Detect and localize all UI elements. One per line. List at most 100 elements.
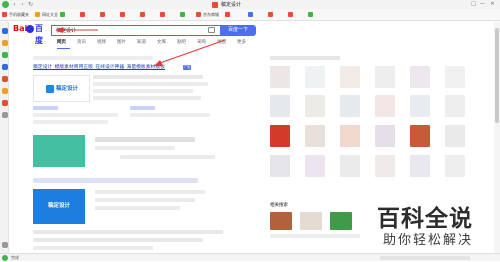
camera-icon[interactable] xyxy=(208,27,215,33)
sidebar-app-icon[interactable] xyxy=(2,76,8,82)
panel-image[interactable] xyxy=(340,125,360,147)
page-scrollbar[interactable] xyxy=(494,22,500,253)
panel-image[interactable] xyxy=(305,125,325,147)
related-search-thumb[interactable] xyxy=(270,212,292,230)
sidebar-app-icon[interactable] xyxy=(2,28,8,34)
bookmark-icon xyxy=(2,12,7,17)
related-search-thumb[interactable] xyxy=(330,212,352,230)
scroll-thumb[interactable] xyxy=(495,28,499,123)
sidebar-app-icon[interactable] xyxy=(2,100,8,106)
baidu-logo[interactable]: Bai 百度 xyxy=(13,23,47,45)
refresh-icon[interactable]: ↻ xyxy=(27,1,34,8)
bookmark-icon xyxy=(196,12,201,17)
browser-tab[interactable]: 稿定设计 xyxy=(212,1,294,9)
panel-image[interactable] xyxy=(270,125,290,147)
result-snippet xyxy=(95,198,195,202)
result-title-link[interactable]: 稿定设计_模版素材商用正版_在线设计神器_海量模板素材模板 xyxy=(33,64,165,71)
panel-image[interactable] xyxy=(305,95,325,117)
gaoding-logo-icon xyxy=(46,85,54,93)
panel-image[interactable] xyxy=(305,155,325,177)
result-snippet xyxy=(33,246,153,250)
back-icon[interactable]: ‹ xyxy=(11,1,18,8)
tab-wenku[interactable]: 文库 xyxy=(157,40,166,46)
sitelink[interactable] xyxy=(33,106,58,110)
panel-image[interactable] xyxy=(445,125,465,147)
panel-image[interactable] xyxy=(375,66,395,88)
panel-image[interactable] xyxy=(410,155,430,177)
status-bar: 完成 xyxy=(0,253,500,261)
tab-title: 稿定设计 xyxy=(221,2,242,8)
minimize-button[interactable]: — xyxy=(479,1,486,8)
result-snippet xyxy=(95,146,175,150)
related-search-labels xyxy=(270,234,360,238)
result-logo-image[interactable]: 稿定设计 xyxy=(33,75,90,102)
result-thumbnail[interactable]: 稿定设计 xyxy=(33,189,85,224)
result-snippet xyxy=(33,230,223,234)
bookmark-icon xyxy=(100,12,105,17)
tab-favicon-icon xyxy=(212,2,218,8)
sidebar-app-icon[interactable] xyxy=(2,112,8,118)
sitelink-desc xyxy=(130,113,210,117)
ad-badge: 广告 xyxy=(183,65,191,70)
tab-images[interactable]: 图片 xyxy=(117,40,126,46)
tab-web[interactable]: 网页 xyxy=(57,40,66,46)
tab-news[interactable]: 资讯 xyxy=(77,40,86,46)
browser-sidebar xyxy=(0,22,9,253)
panel-image[interactable] xyxy=(375,155,395,177)
search-button[interactable]: 百度一下 xyxy=(220,25,256,36)
panel-image[interactable] xyxy=(270,155,290,177)
sitelink[interactable] xyxy=(130,106,155,110)
panel-image[interactable] xyxy=(270,66,290,88)
panel-image[interactable] xyxy=(410,66,430,88)
result-snippet xyxy=(93,96,201,100)
panel-image[interactable] xyxy=(340,66,360,88)
result-title-link[interactable] xyxy=(33,178,198,183)
tab-caigou[interactable]: 采购 xyxy=(197,40,206,46)
maximize-button[interactable]: □ xyxy=(470,1,477,8)
bookmark-icon xyxy=(268,12,273,17)
tab-more[interactable]: 更多 xyxy=(237,40,246,46)
panel-image[interactable] xyxy=(305,66,325,88)
close-button[interactable]: ✕ xyxy=(489,1,496,8)
bookmark-icon xyxy=(308,12,313,17)
status-tools[interactable] xyxy=(380,256,470,260)
panel-image[interactable] xyxy=(340,155,360,177)
active-tab-indicator xyxy=(57,48,70,49)
result-snippet xyxy=(93,82,208,86)
sitelink-desc xyxy=(33,120,108,124)
panel-image[interactable] xyxy=(410,95,430,117)
panel-image[interactable] xyxy=(410,125,430,147)
right-panel-title xyxy=(270,56,340,60)
bookmark-icon xyxy=(60,12,65,17)
search-input[interactable] xyxy=(51,25,220,36)
related-search-thumb[interactable] xyxy=(300,212,322,230)
logo-text-right: 百度 xyxy=(35,24,43,45)
result-snippet xyxy=(120,155,215,159)
sidebar-app-icon[interactable] xyxy=(2,64,8,70)
tab-video[interactable]: 视频 xyxy=(97,40,106,46)
panel-image[interactable] xyxy=(270,95,290,117)
panel-image[interactable] xyxy=(375,95,395,117)
result-thumbnail[interactable] xyxy=(33,135,85,167)
forward-icon[interactable]: › xyxy=(19,1,26,8)
watermark-title: 百科全说 xyxy=(377,206,473,232)
panel-image[interactable] xyxy=(445,155,465,177)
bookmark-icon xyxy=(180,12,185,17)
sidebar-app-icon[interactable] xyxy=(2,88,8,94)
tab-tieba[interactable]: 贴吧 xyxy=(177,40,186,46)
browser-logo-icon[interactable] xyxy=(2,1,9,8)
title-bar: ‹ › ↻ 稿定设计 □ — ✕ xyxy=(0,0,500,9)
result-logo-text: 稿定设计 xyxy=(56,86,79,92)
bookmark-icon xyxy=(225,12,230,17)
panel-image[interactable] xyxy=(375,125,395,147)
sidebar-settings-icon[interactable] xyxy=(2,242,8,248)
panel-image[interactable] xyxy=(340,95,360,117)
panel-image[interactable] xyxy=(445,66,465,88)
panel-image[interactable] xyxy=(445,95,465,117)
watermark-subtitle: 助你轻松解决 xyxy=(383,233,474,248)
sidebar-app-icon[interactable] xyxy=(2,40,8,46)
tab-map[interactable]: 地图 xyxy=(217,40,226,46)
bookmark-label: 手机收藏夹 xyxy=(9,12,29,17)
tab-zhidao[interactable]: 知道 xyxy=(137,40,146,46)
sidebar-app-icon[interactable] xyxy=(2,52,8,58)
